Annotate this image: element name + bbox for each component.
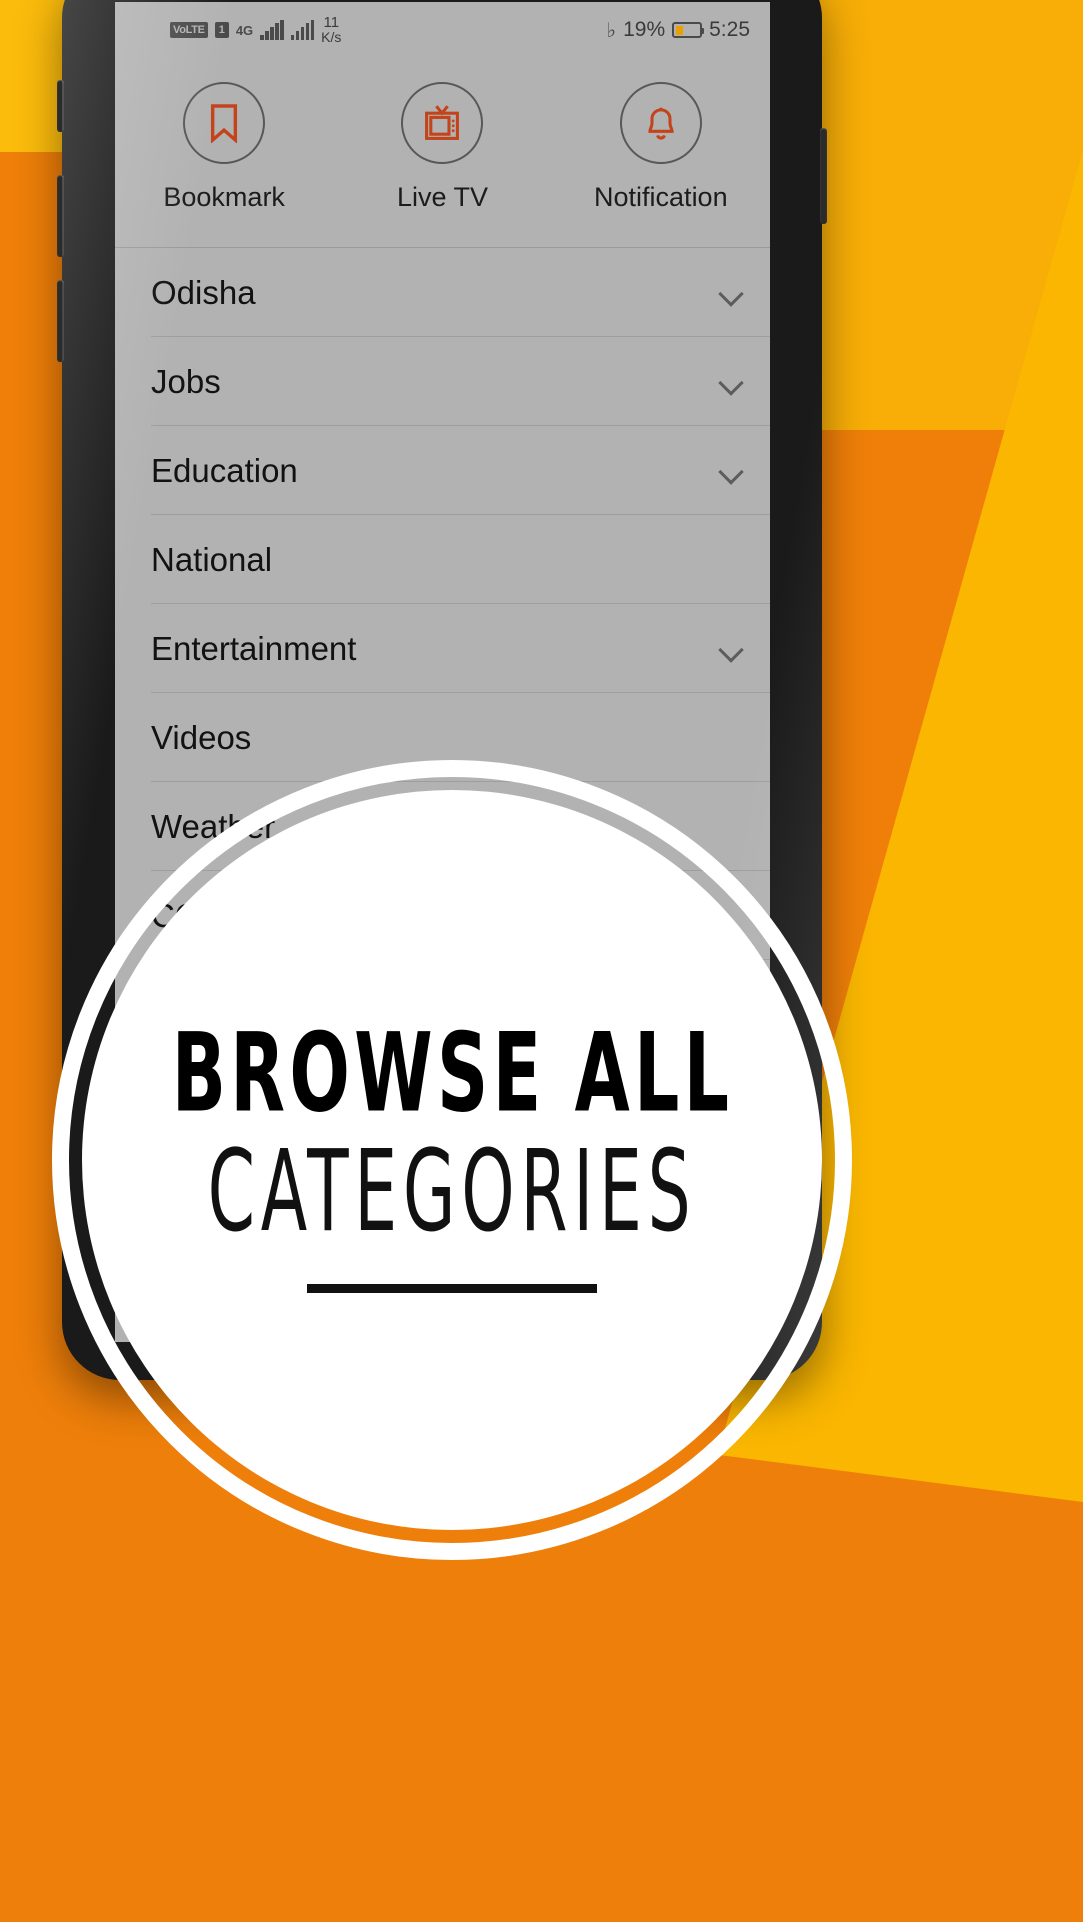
- phone-button-left-top[interactable]: [57, 80, 64, 132]
- volte-icon: VoLTE: [170, 22, 208, 38]
- menu-item-education[interactable]: Education: [115, 426, 770, 515]
- menu-item-label: Videos: [151, 718, 252, 756]
- chevron-down-icon[interactable]: [720, 282, 742, 304]
- phone-button-volume-up[interactable]: [57, 175, 64, 257]
- menu-item-label: Entertainment: [151, 629, 357, 667]
- menu-item-odisha[interactable]: Odisha: [115, 248, 770, 337]
- menu-item-label: Education: [151, 451, 298, 489]
- quick-action-bookmark[interactable]: Bookmark: [115, 82, 333, 213]
- bell-icon: [619, 82, 702, 164]
- headline-text-block: BROWSE ALL CATEGORIES: [52, 760, 852, 1560]
- menu-item-label: Jobs: [151, 362, 221, 400]
- television-icon: [401, 82, 484, 164]
- network-type-label: 4G: [235, 22, 254, 38]
- sim-slot-icon: 1: [214, 22, 229, 38]
- quick-action-label: Live TV: [396, 182, 489, 212]
- battery-percent-label: 19%: [623, 18, 666, 41]
- headline-circle-overlay: BROWSE ALL CATEGORIES: [52, 760, 852, 1560]
- quick-action-live-tv[interactable]: Live TV: [333, 82, 551, 213]
- menu-item-national[interactable]: National: [115, 515, 770, 604]
- chevron-down-icon[interactable]: [720, 638, 742, 660]
- headline-top-line: BROWSE ALL: [171, 1009, 733, 1137]
- headline-underline: [307, 1283, 597, 1293]
- chevron-down-icon[interactable]: [720, 460, 742, 482]
- bluetooth-icon: ♭: [606, 19, 617, 42]
- menu-item-jobs[interactable]: Jobs: [115, 337, 770, 426]
- menu-item-label: Odisha: [151, 273, 256, 311]
- quick-action-notification[interactable]: Notification: [552, 82, 770, 213]
- status-bar-left: VoLTE 1 4G 11 K/s: [170, 15, 341, 45]
- quick-actions-row: Bookmark Live TV Notification: [115, 58, 770, 248]
- phone-button-volume-down[interactable]: [57, 280, 64, 362]
- status-bar: VoLTE 1 4G 11 K/s ♭ 19% 5:25: [115, 2, 770, 58]
- promo-screenshot: VoLTE 1 4G 11 K/s ♭ 19% 5:25 Bookmark Li…: [0, 0, 1083, 1922]
- battery-icon: [672, 22, 705, 38]
- data-speed-indicator: 11 K/s: [321, 15, 341, 45]
- quick-action-label: Bookmark: [163, 182, 285, 212]
- chevron-down-icon[interactable]: [720, 371, 742, 393]
- data-speed-unit: K/s: [321, 29, 342, 45]
- signal-bars-sim1-icon: [260, 19, 284, 40]
- status-bar-right: ♭ 19% 5:25: [607, 18, 750, 43]
- menu-item-label: National: [151, 540, 273, 578]
- menu-item-entertainment[interactable]: Entertainment: [115, 604, 770, 693]
- signal-bars-sim2-icon: [290, 19, 315, 40]
- quick-action-label: Notification: [594, 182, 728, 212]
- bookmark-icon: [183, 82, 266, 164]
- phone-button-power[interactable]: [820, 128, 827, 224]
- clock-label: 5:25: [709, 18, 750, 41]
- headline-bottom-line: CATEGORIES: [207, 1125, 697, 1257]
